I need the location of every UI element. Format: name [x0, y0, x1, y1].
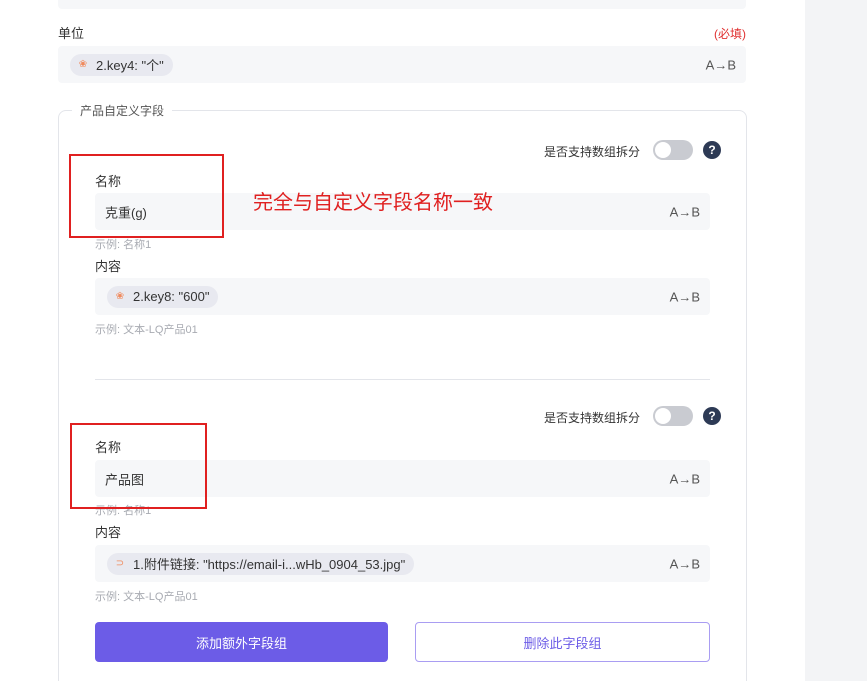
unit-tag-text: 2.key4: "个"	[96, 58, 164, 73]
content-hint: 示例: 文本-LQ产品01	[95, 591, 198, 603]
add-field-group-button[interactable]: 添加额外字段组	[95, 622, 388, 662]
content-input[interactable]: ❀ 2.key8: "600" A→B	[95, 278, 710, 315]
group-divider	[95, 379, 710, 380]
content-hint: 示例: 文本-LQ产品01	[95, 324, 198, 336]
unit-label: 单位	[58, 26, 85, 41]
variable-icon: ❀	[115, 290, 125, 302]
content-variable-tag[interactable]: ❀ 2.key8: "600"	[107, 285, 219, 308]
help-icon[interactable]: ?	[703, 141, 721, 159]
previous-field-input[interactable]	[58, 0, 746, 9]
transform-button[interactable]: A→B	[670, 556, 700, 571]
array-split-toggle[interactable]	[653, 406, 693, 426]
unit-variable-tag[interactable]: ❀ 2.key4: "个"	[70, 53, 173, 76]
content-tag-text: 1.附件链接: "https://email-i...wHb_0904_53.j…	[133, 557, 406, 572]
content-label: 内容	[95, 525, 122, 540]
content-variable-tag[interactable]: ⊃ 1.附件链接: "https://email-i...wHb_0904_53.…	[107, 552, 415, 575]
help-icon[interactable]: ?	[703, 407, 721, 425]
content-input[interactable]: ⊃ 1.附件链接: "https://email-i...wHb_0904_53.…	[95, 545, 710, 582]
array-split-label: 是否支持数组拆分	[544, 411, 641, 425]
custom-fields-title: 产品自定义字段	[72, 102, 173, 119]
unit-input[interactable]: ❀ 2.key4: "个" A→B	[58, 46, 746, 83]
content-tag-text: 2.key8: "600"	[133, 289, 210, 304]
content-label: 内容	[95, 259, 122, 274]
annotation-box	[70, 423, 207, 509]
transform-button[interactable]: A→B	[706, 57, 736, 72]
delete-field-group-button[interactable]: 删除此字段组	[415, 622, 710, 662]
transform-button[interactable]: A→B	[670, 204, 700, 219]
transform-button[interactable]: A→B	[670, 471, 700, 486]
required-mark: (必填)	[714, 27, 746, 41]
annotation-box	[69, 154, 224, 238]
right-gutter	[805, 0, 867, 681]
array-split-toggle[interactable]	[653, 140, 693, 160]
variable-icon: ❀	[78, 58, 88, 70]
attachment-icon: ⊃	[115, 557, 125, 569]
transform-button[interactable]: A→B	[670, 289, 700, 304]
array-split-label: 是否支持数组拆分	[544, 145, 641, 159]
annotation-text: 完全与自定义字段名称一致	[253, 192, 493, 214]
name-hint: 示例: 名称1	[95, 239, 152, 251]
